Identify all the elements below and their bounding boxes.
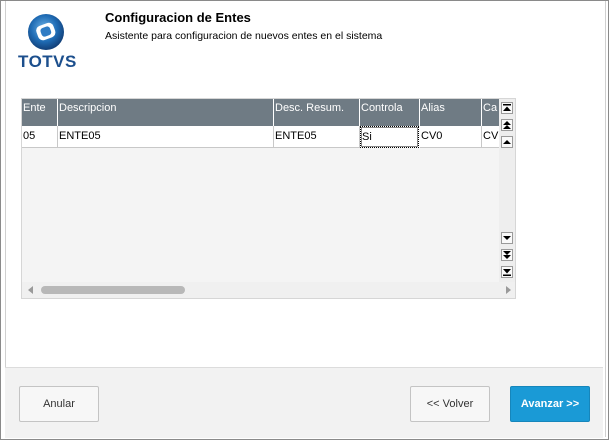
next-button[interactable]: Avanzar >> [510, 386, 590, 422]
logo-text: TOTVS [18, 52, 77, 71]
scroll-bottom-icon [503, 269, 511, 276]
column-header-ente[interactable]: Ente [22, 99, 58, 126]
scroll-up-button[interactable] [501, 136, 513, 148]
cell-text: CV0 [421, 130, 443, 142]
cell-text: ENTE05 [59, 130, 101, 142]
totvs-logo: TOTVS [18, 12, 77, 74]
column-header-label: Ente [23, 102, 46, 114]
wizard-footer: Anular << Volver Avanzar >> [5, 367, 603, 438]
cell-alias[interactable]: CV0 [420, 126, 482, 148]
double-chevron-up-icon [503, 121, 511, 129]
cell-desc-resum[interactable]: ENTE05 [274, 126, 360, 148]
scroll-left-icon[interactable] [26, 285, 36, 295]
cell-text: CV [483, 130, 499, 142]
grid-body: Ente Descripcion Desc. Resum. Controla A… [22, 99, 499, 282]
column-header-label: Alias [421, 102, 445, 114]
page-subtitle: Asistente para configuracion de nuevos e… [105, 30, 383, 42]
column-header-label: Desc. Resum. [275, 102, 345, 114]
chevron-up-icon [503, 140, 511, 144]
column-header-label: Controla [361, 102, 403, 114]
column-header-descripcion[interactable]: Descripcion [58, 99, 274, 126]
totvs-logo-icon [28, 14, 64, 50]
column-header-alias[interactable]: Alias [420, 99, 482, 126]
cell-ente[interactable]: 05 [22, 126, 58, 148]
column-header-controla[interactable]: Controla [360, 99, 420, 126]
column-header-label: Ca [483, 102, 498, 114]
cancel-button[interactable]: Anular [19, 386, 99, 422]
scroll-top-icon [503, 104, 511, 111]
cell-text: 05 [23, 130, 36, 142]
column-header-label: Descripcion [59, 102, 117, 114]
page-title: Configuracion de Entes [105, 10, 251, 25]
cell-descripcion[interactable]: ENTE05 [58, 126, 274, 148]
scroll-page-down-button[interactable] [501, 249, 513, 261]
entes-grid[interactable]: Ente Descripcion Desc. Resum. Controla A… [21, 98, 516, 299]
scroll-down-button[interactable] [501, 232, 513, 244]
vertical-scrollbar[interactable] [499, 99, 515, 282]
cell-text: Si [362, 131, 372, 143]
back-button[interactable]: << Volver [410, 386, 490, 422]
cell-controla[interactable]: Si [360, 126, 419, 148]
scroll-page-up-button[interactable] [501, 119, 513, 131]
table-row[interactable]: 05 ENTE05 ENTE05 Si CV0 CV [22, 126, 499, 148]
cell-text: ENTE05 [275, 130, 317, 142]
horizontal-scroll-thumb[interactable] [41, 286, 185, 294]
scroll-top-button[interactable] [501, 102, 513, 114]
column-header-ca[interactable]: Ca [482, 99, 499, 126]
column-header-desc-resum[interactable]: Desc. Resum. [274, 99, 360, 126]
scroll-right-icon[interactable] [503, 285, 513, 295]
cell-ca[interactable]: CV [482, 126, 499, 148]
horizontal-scrollbar[interactable] [22, 282, 515, 298]
scroll-bottom-button[interactable] [501, 266, 513, 278]
chevron-down-icon [503, 236, 511, 240]
double-chevron-down-icon [503, 251, 511, 259]
